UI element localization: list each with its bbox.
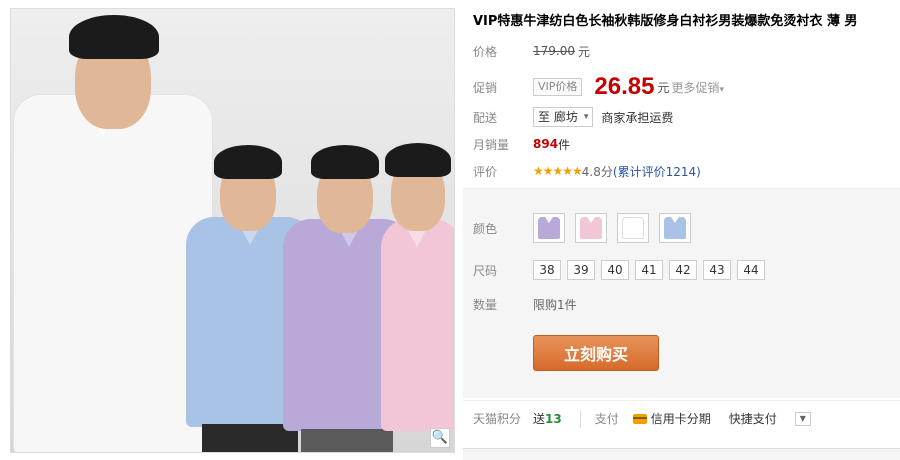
tab-reviews[interactable]	[518, 449, 546, 460]
color-swatch-blue[interactable]	[659, 213, 691, 243]
points-value: 13	[545, 412, 562, 426]
quantity-label: 数量	[473, 297, 498, 312]
payment-label: 支付	[594, 412, 619, 426]
rating-stars-icon: ★★★★★	[533, 164, 583, 178]
points-reward: 送13	[533, 410, 562, 427]
promo-row: 促销 VIP价格 26.85 元 更多促销▾	[473, 72, 724, 102]
rating-label: 评价	[473, 164, 498, 179]
size-label: 尺码	[473, 263, 498, 278]
size-row: 尺码 38 39 40 41 42 43 44	[473, 259, 771, 281]
credit-card-installment[interactable]: 信用卡分期	[632, 410, 711, 427]
destination-select[interactable]: 至 廊坊 ▾	[533, 107, 594, 127]
rating-score: 4.8分	[581, 164, 613, 179]
size-option[interactable]: 38	[533, 260, 561, 280]
quick-pay-label[interactable]: 快捷支付	[729, 410, 777, 427]
chevron-down-icon: ▾	[719, 84, 725, 95]
sales-label: 月销量	[473, 137, 510, 152]
purchase-limit: 限购1件	[533, 297, 577, 312]
promo-price-unit: 元	[657, 80, 670, 95]
shipping-note: 商家承担运费	[601, 110, 674, 125]
magnifier-icon[interactable]: 🔍	[430, 428, 450, 448]
price-unit: 元	[578, 44, 591, 59]
shipping-row: 配送 至 廊坊 ▾ 商家承担运费	[473, 106, 673, 128]
sales-count: 894	[533, 137, 559, 151]
color-row: 颜色	[473, 211, 701, 245]
rating-row: 评价 ★★★★★ 4.8分 (累计评价1214)	[473, 160, 701, 182]
buy-row: 立刻购买	[533, 335, 659, 371]
promo-label: 促销	[473, 80, 498, 95]
product-info-panel: VIP特惠牛津纺白色长袖秋韩版修身白衬衫男装爆款免烫衬衣 薄 男 价格 179.…	[463, 0, 900, 460]
tab-service[interactable]	[546, 449, 574, 460]
more-promotions-label: 更多促销	[671, 80, 720, 95]
shipping-label: 配送	[473, 110, 498, 125]
original-price: 179.00	[533, 44, 575, 58]
chevron-down-icon[interactable]: ▼	[794, 411, 811, 426]
credit-card-icon	[632, 413, 647, 424]
points-label: 天猫积分	[473, 412, 522, 426]
quantity-row: 数量 限购1件	[473, 293, 577, 315]
color-swatch-pink[interactable]	[575, 213, 607, 243]
size-option[interactable]: 40	[601, 260, 629, 280]
color-swatch-purple[interactable]	[533, 213, 565, 243]
size-option[interactable]: 44	[737, 260, 765, 280]
review-count-link[interactable]: (累计评价1214)	[613, 163, 701, 180]
chevron-down-icon: ▾	[583, 112, 589, 122]
sales-unit: 件	[558, 137, 571, 152]
size-option[interactable]: 41	[635, 260, 663, 280]
tab-details[interactable]	[463, 449, 491, 460]
size-option[interactable]: 42	[669, 260, 697, 280]
buy-now-button[interactable]: 立刻购买	[533, 335, 659, 371]
detail-tabs	[463, 448, 900, 460]
divider	[579, 409, 581, 428]
sku-selector: 颜色 尺码 38 39 40 41 42 43 44 数量 限购1件 立刻购买	[463, 188, 900, 398]
price-label: 价格	[473, 44, 498, 59]
destination-value: 至 廊坊	[538, 110, 578, 124]
vip-price-badge: VIP价格	[533, 78, 583, 96]
size-option[interactable]: 43	[703, 260, 731, 280]
color-label: 颜色	[473, 221, 498, 236]
size-option[interactable]: 39	[567, 260, 595, 280]
sales-row: 月销量 894 件	[473, 133, 570, 155]
points-prefix: 送	[533, 412, 546, 426]
product-image[interactable]: 🔍	[10, 8, 455, 453]
product-title: VIP特惠牛津纺白色长袖秋韩版修身白衬衫男装爆款免烫衬衣 薄 男	[473, 14, 858, 29]
price-row: 价格 179.00 元	[473, 40, 590, 62]
more-promotions-link[interactable]: 更多促销▾	[671, 79, 724, 96]
credit-card-label: 信用卡分期	[650, 412, 711, 426]
model-pink-shirt	[381, 139, 454, 452]
points-payment-bar: 天猫积分 送13 支付 信用卡分期 快捷支付 ▼	[463, 400, 900, 436]
tab-params[interactable]	[491, 449, 519, 460]
promo-price: 26.85	[594, 73, 655, 100]
color-swatch-white[interactable]	[617, 213, 649, 243]
